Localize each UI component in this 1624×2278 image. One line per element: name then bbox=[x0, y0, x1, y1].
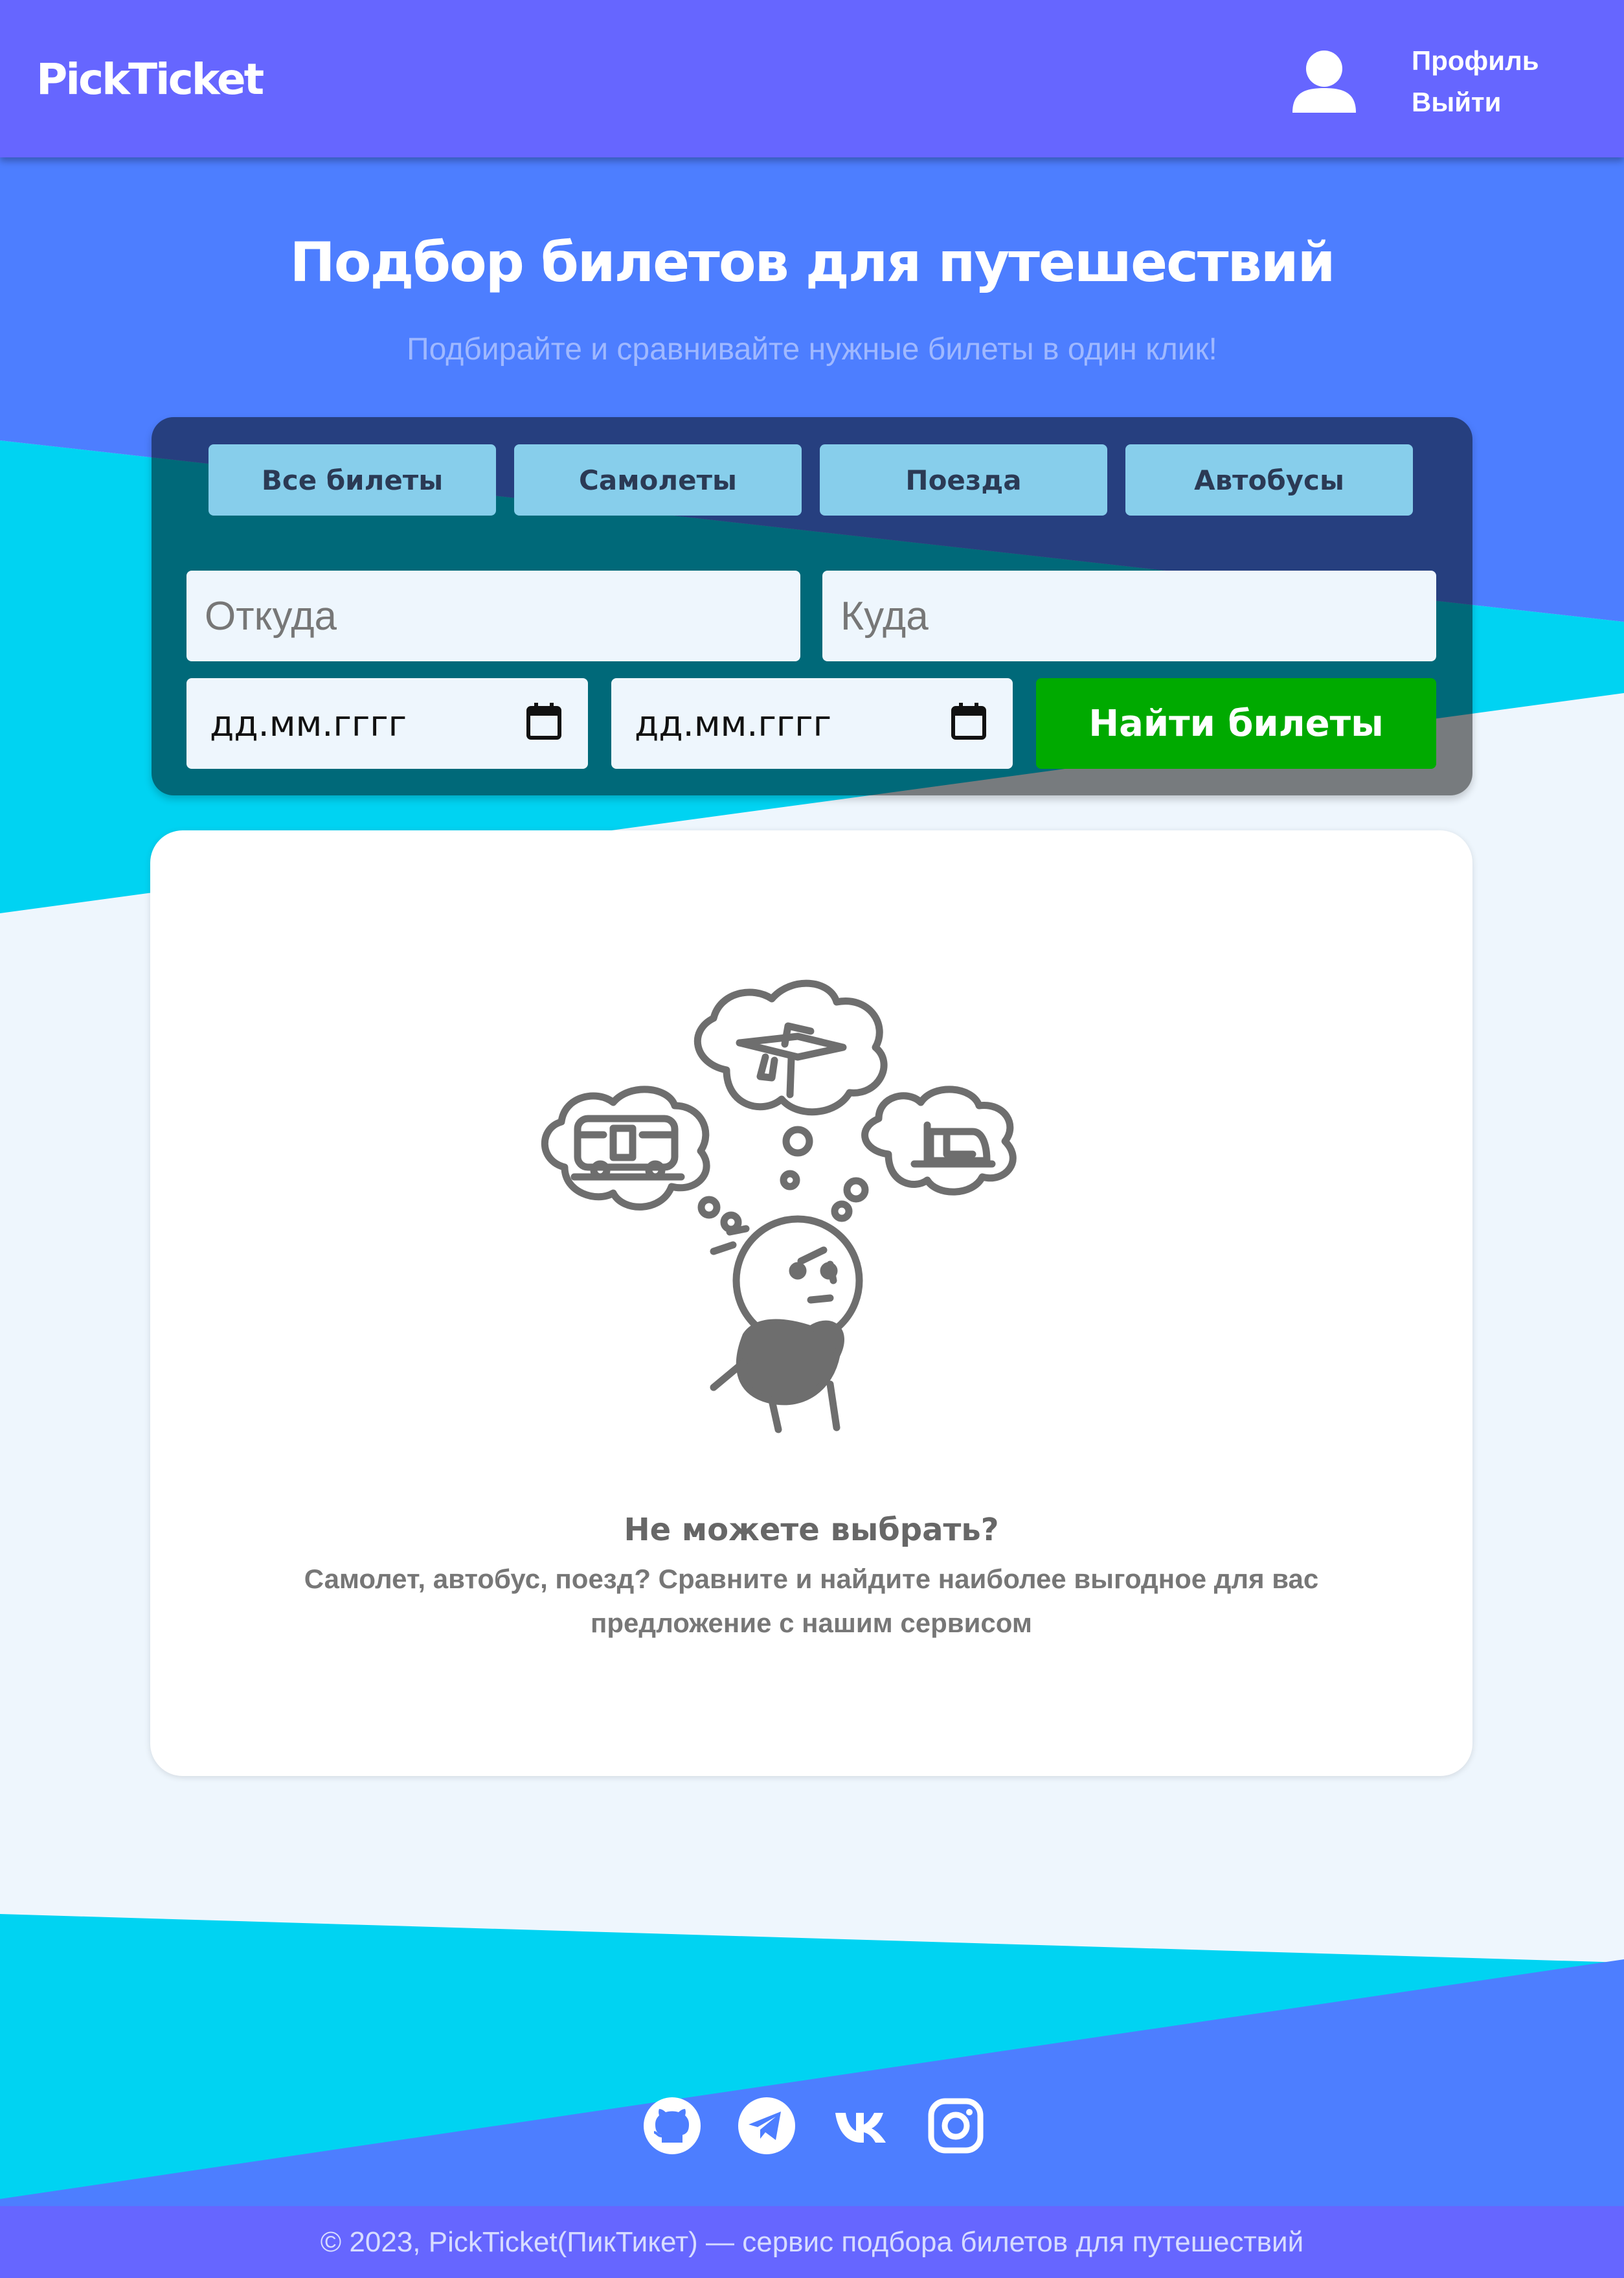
to-input[interactable]: Куда bbox=[822, 571, 1436, 661]
card-title: Не можете выбрать? bbox=[624, 1512, 999, 1548]
date-to-placeholder: дд.мм.гггг bbox=[635, 703, 831, 744]
logo[interactable]: PickTicket bbox=[36, 54, 264, 104]
tab-trains[interactable]: Поезда bbox=[820, 444, 1107, 516]
page-subtitle: Подбирайте и сравнивайте нужные билеты в… bbox=[407, 332, 1217, 367]
thinking-person-illustration bbox=[541, 979, 1017, 1433]
tab-all-tickets[interactable]: Все билеты bbox=[209, 444, 496, 516]
to-placeholder: Куда bbox=[840, 593, 929, 639]
date-to-input[interactable]: дд.мм.гггг bbox=[611, 678, 1013, 769]
card-text: Самолет, автобус, поезд? Сравните и найд… bbox=[304, 1564, 1319, 1638]
from-input[interactable]: Откуда bbox=[186, 571, 800, 661]
profile-link[interactable]: Профиль bbox=[1412, 45, 1539, 76]
header: PickTicket Профиль Выйти bbox=[0, 0, 1624, 157]
tab-buses[interactable]: Автобусы bbox=[1125, 444, 1413, 516]
footer: © 2023, PickTicket(ПикТикет) — сервис по… bbox=[0, 2206, 1624, 2278]
calendar-icon[interactable] bbox=[524, 701, 563, 742]
date-from-input[interactable]: дд.мм.гггг bbox=[186, 678, 588, 769]
tab-planes[interactable]: Самолеты bbox=[514, 444, 802, 516]
telegram-icon[interactable] bbox=[737, 2096, 796, 2156]
search-panel: Все билеты Самолеты Поезда Автобусы Отку… bbox=[152, 417, 1472, 795]
date-from-placeholder: дд.мм.гггг bbox=[210, 703, 407, 744]
instagram-icon[interactable] bbox=[926, 2096, 986, 2156]
user-icon[interactable] bbox=[1289, 47, 1360, 118]
find-tickets-button[interactable]: Найти билеты bbox=[1036, 678, 1436, 769]
page-title: Подбор билетов для путешествий bbox=[289, 231, 1336, 294]
info-card: Не можете выбрать? Самолет, автобус, пое… bbox=[150, 830, 1472, 1776]
from-placeholder: Откуда bbox=[205, 593, 337, 639]
vk-icon[interactable] bbox=[831, 2096, 891, 2156]
calendar-icon[interactable] bbox=[949, 701, 988, 742]
copyright-text: © 2023, PickTicket(ПикТикет) — сервис по… bbox=[320, 2226, 1304, 2258]
logout-link[interactable]: Выйти bbox=[1412, 87, 1501, 118]
github-icon[interactable] bbox=[642, 2096, 702, 2156]
